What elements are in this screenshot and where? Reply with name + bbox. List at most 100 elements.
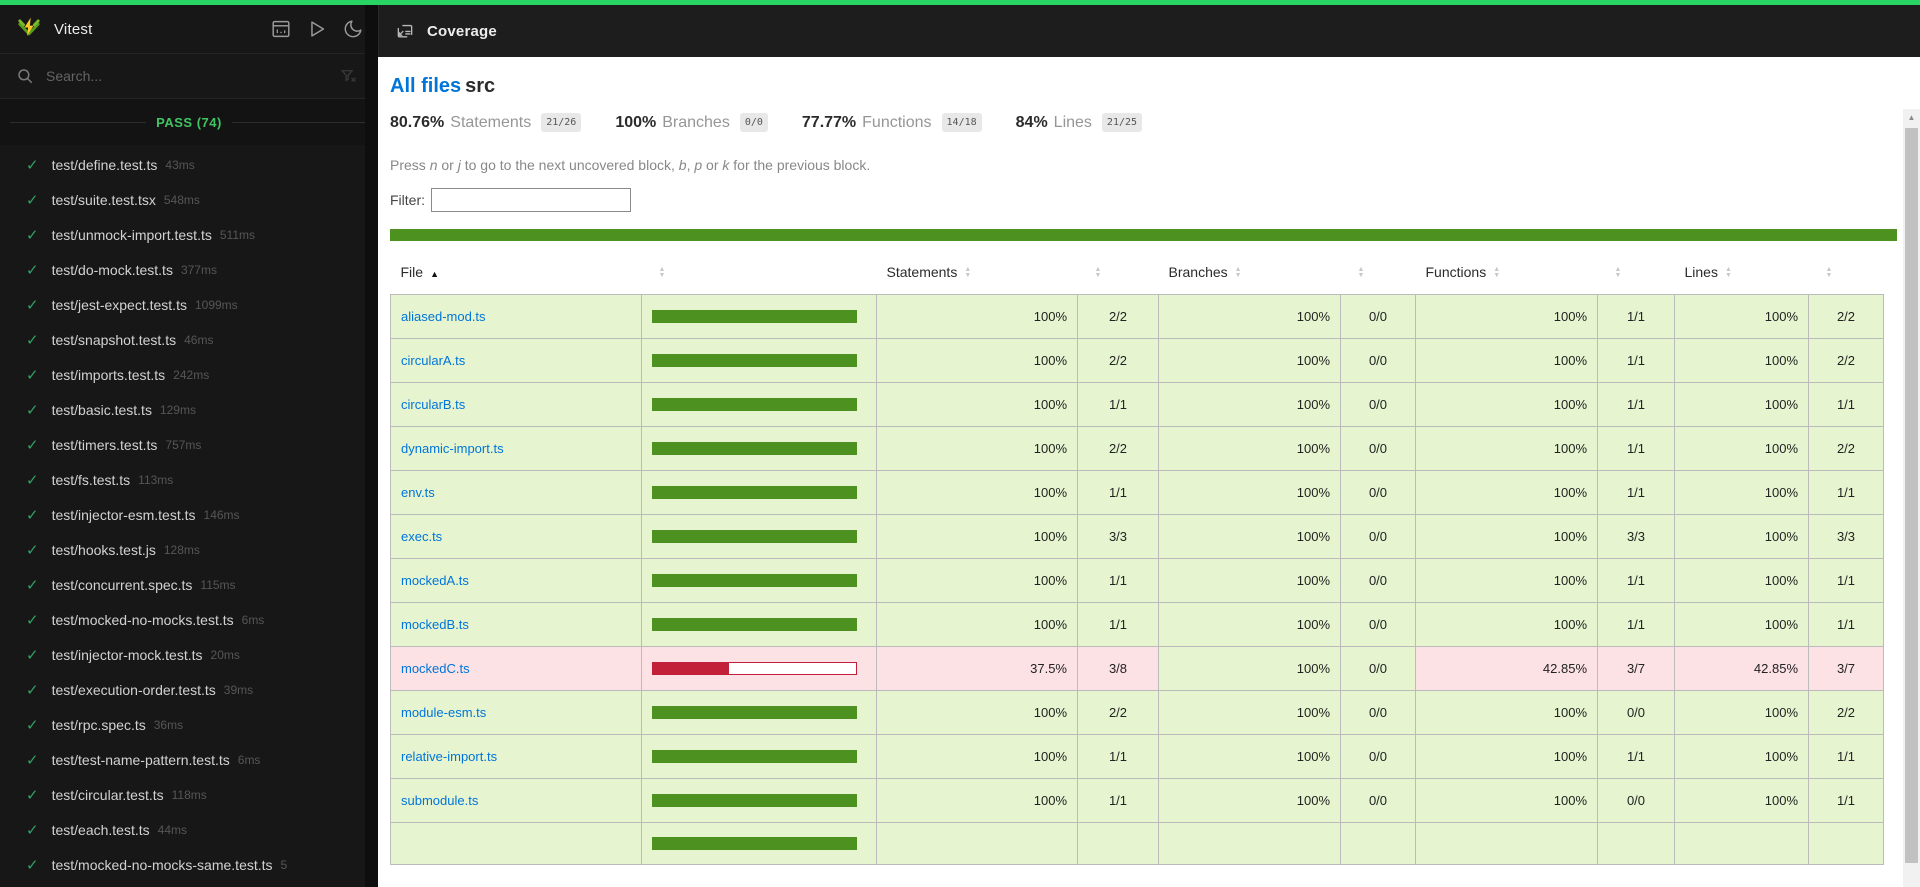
test-file-item[interactable]: ✓ test/mocked-no-mocks-same.test.ts 5 [0,847,378,882]
test-file-item[interactable]: ✓ test/imports.test.ts 242ms [0,357,378,392]
branches-frac: 0/0 [1340,470,1416,515]
coverage-title: Coverage [427,22,497,40]
functions-pct: 42.85% [1415,646,1598,691]
functions-pct: 100% [1415,690,1598,735]
header-statements-raw[interactable]: ▲ ▼ [1078,249,1159,295]
test-file-item[interactable]: ✓ test/basic.test.ts 129ms [0,392,378,427]
test-file-item[interactable]: ✓ test/concurrent.spec.ts 115ms [0,567,378,602]
filter-input[interactable] [431,188,631,212]
lines-pct: 100% [1674,690,1809,735]
test-file-item[interactable]: ✓ test/mocked-no-mocks.test.ts 6ms [0,602,378,637]
page-scrollbar[interactable]: ▲ [1903,109,1920,887]
statements-frac: 3/3 [1077,514,1159,559]
sorter-icon: ▲ ▼ [1493,266,1501,280]
coverage-bar [652,574,857,587]
coverage-bar-cell [641,646,877,691]
search-input[interactable] [46,68,340,84]
branches-pct: 100% [1158,734,1341,779]
test-file-item[interactable]: ✓ test/test-name-pattern.test.ts 6ms [0,742,378,777]
test-file-item[interactable]: ✓ test/circular.test.ts 118ms [0,777,378,812]
file-link[interactable]: env.ts [401,485,435,500]
coverage-stat: 84% Lines 21/25 [1015,113,1143,132]
functions-frac: 3/7 [1597,646,1675,691]
dashboard-report-icon[interactable] [270,18,292,40]
statements-frac: 1/1 [1077,470,1159,515]
test-file-item[interactable]: ✓ test/define.test.ts 43ms [0,147,378,182]
test-file-item[interactable]: ✓ test/unmock-import.test.ts 511ms [0,217,378,252]
all-files-link[interactable]: All files [390,75,461,97]
coverage-table-row: circularB.ts 100% 1/1 100% 0/0 100% 1/1 … [390,382,1884,427]
test-file-item[interactable]: ✓ test/injector-esm.test.ts 146ms [0,497,378,532]
header-lines-raw[interactable]: ▲ ▼ [1809,249,1884,295]
dark-mode-moon-icon[interactable] [342,18,364,40]
test-duration: 118ms [171,787,207,802]
lines-frac: 1/1 [1808,470,1884,515]
functions-frac: 1/1 [1597,602,1675,647]
lines-frac: 1/1 [1808,382,1884,427]
stat-percent: 84% [1015,113,1048,131]
stat-label: Branches [662,113,730,131]
lines-frac: 1/1 [1808,778,1884,823]
branches-frac: 0/0 [1340,382,1416,427]
branches-pct: 100% [1158,470,1341,515]
branches-pct: 100% [1158,690,1341,735]
file-link[interactable]: circularA.ts [401,353,465,368]
test-file-list: ✓ test/define.test.ts 43ms ✓ test/suite.… [0,145,378,887]
coverage-bar-fill [653,355,856,366]
file-link[interactable]: submodule.ts [401,793,478,808]
file-link[interactable]: mockedC.ts [401,661,470,676]
file-link[interactable]: dynamic-import.ts [401,441,504,456]
sorter-icon: ▲ ▼ [1614,266,1622,280]
scrollbar-thumb[interactable] [1905,128,1918,863]
header-file[interactable]: File ▲ [391,249,642,295]
stat-label: Functions [862,113,932,131]
branches-frac: 0/0 [1340,602,1416,647]
scroll-up-button[interactable]: ▲ [1903,109,1920,126]
file-link[interactable]: module-esm.ts [401,705,486,720]
check-icon: ✓ [26,331,39,349]
branches-pct: 100% [1158,514,1341,559]
coverage-bar-fill [653,531,856,542]
file-link[interactable]: circularB.ts [401,397,465,412]
check-icon: ✓ [26,296,39,314]
file-link[interactable]: mockedB.ts [401,617,469,632]
test-file-item[interactable]: ✓ test/injector-mock.test.ts 20ms [0,637,378,672]
file-cell: dynamic-import.ts [390,426,642,471]
test-file-item[interactable]: ✓ test/hooks.test.js 128ms [0,532,378,567]
header-lines[interactable]: Lines ▲ ▼ [1675,249,1809,295]
coverage-bar-cell [641,822,877,865]
file-link[interactable]: exec.ts [401,529,442,544]
header-branches-raw[interactable]: ▲ ▼ [1341,249,1416,295]
header-chart[interactable]: ▲ ▼ [642,249,877,295]
coverage-table-header: File ▲ ▲ ▼ Statements ▲ ▼ ▲ ▼ Branches ▲ ▼ ▲ ▼ F… [391,249,1884,295]
lines-pct: 100% [1674,338,1809,383]
test-file-item[interactable]: ✓ test/do-mock.test.ts 377ms [0,252,378,287]
header-branches[interactable]: Branches ▲ ▼ [1159,249,1341,295]
clear-filter-icon[interactable] [340,67,358,85]
lines-frac: 2/2 [1808,690,1884,735]
functions-frac [1597,822,1675,865]
test-file-item[interactable]: ✓ test/snapshot.test.ts 46ms [0,322,378,357]
header-functions-raw[interactable]: ▲ ▼ [1598,249,1675,295]
test-file-item[interactable]: ✓ test/rpc.spec.ts 36ms [0,707,378,742]
header-functions[interactable]: Functions ▲ ▼ [1416,249,1598,295]
test-file-item[interactable]: ✓ test/timers.test.ts 757ms [0,427,378,462]
test-file-item[interactable]: ✓ test/each.test.ts 44ms [0,812,378,847]
test-file-name: test/concurrent.spec.ts [51,576,193,593]
header-statements[interactable]: Statements ▲ ▼ [877,249,1078,295]
branches-frac: 0/0 [1340,294,1416,339]
test-file-item[interactable]: ✓ test/execution-order.test.ts 39ms [0,672,378,707]
sidebar: Vitest Search... PASS (74) ✓ test/define… [0,5,378,887]
lines-frac: 2/2 [1808,294,1884,339]
coverage-table: File ▲ ▲ ▼ Statements ▲ ▼ ▲ ▼ Branches ▲ ▼ ▲ ▼ F… [390,249,1884,865]
test-file-item[interactable]: ✓ test/jest-expect.test.ts 1099ms [0,287,378,322]
run-all-play-icon[interactable] [306,18,328,40]
statements-pct: 100% [876,294,1078,339]
file-link[interactable]: aliased-mod.ts [401,309,486,324]
test-file-item[interactable]: ✓ test/fs.test.ts 113ms [0,462,378,497]
file-link[interactable]: mockedA.ts [401,573,469,588]
file-link[interactable]: relative-import.ts [401,749,497,764]
sidebar-scrollbar[interactable] [365,5,378,887]
test-file-item[interactable]: ✓ test/suite.test.tsx 548ms [0,182,378,217]
branches-pct: 100% [1158,646,1341,691]
